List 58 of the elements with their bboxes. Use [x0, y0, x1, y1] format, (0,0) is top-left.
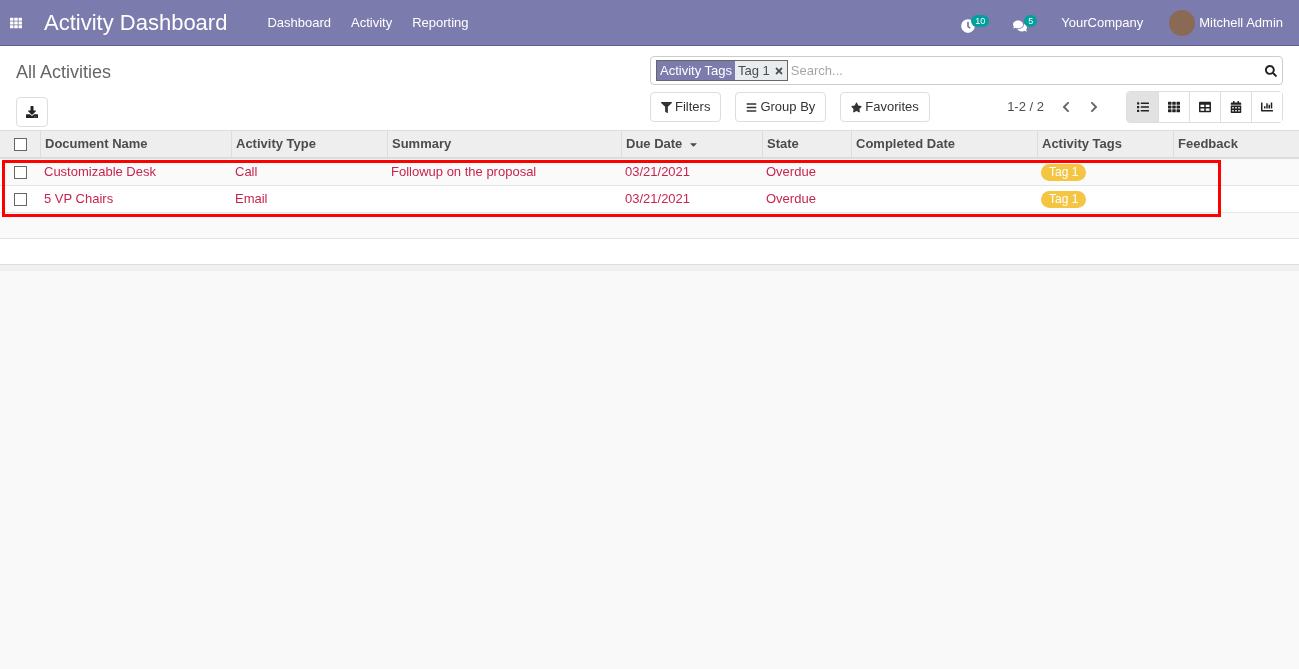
grid-icon: [1168, 101, 1180, 113]
table-cell: 03/21/2021: [625, 164, 691, 180]
download-icon: [26, 106, 38, 118]
list-icon: [1136, 101, 1149, 113]
column-header[interactable]: Due Date: [621, 131, 762, 157]
table-cell: Followup on the proposal: [391, 164, 537, 180]
company-switcher[interactable]: YourCompany: [1061, 12, 1144, 33]
previous-button[interactable]: [1060, 101, 1072, 113]
facet-label: Activity Tags: [657, 60, 735, 81]
column-header[interactable]: Completed Date: [851, 131, 1037, 157]
tag-pill: Tag 1: [1041, 190, 1087, 208]
column-header[interactable]: State: [762, 131, 851, 157]
column-header[interactable]: Summary: [387, 131, 621, 157]
search-field[interactable]: Activity Tags Tag 1 Search...: [650, 56, 1283, 85]
table-cell: Call: [235, 164, 258, 180]
remove-icon[interactable]: [773, 65, 784, 76]
chat-icon: [1013, 18, 1028, 33]
column-header[interactable]: Activity Type: [231, 131, 387, 157]
search-input[interactable]: Search...: [787, 60, 1265, 81]
bar-chart-icon: [1261, 101, 1273, 113]
column-header[interactable]: Feedback: [1173, 131, 1299, 157]
search-option-button[interactable]: Favorites: [840, 92, 930, 122]
select-all-checkbox[interactable]: [13, 137, 27, 151]
view-switch-button[interactable]: [1127, 92, 1158, 122]
view-switch-button[interactable]: [1251, 92, 1282, 122]
avatar-placeholder: [1169, 9, 1196, 36]
table-cell: Overdue: [766, 191, 816, 207]
column-header[interactable]: Activity Tags: [1037, 131, 1173, 157]
table-icon: [1199, 101, 1211, 113]
activity-count-badge: 10: [971, 14, 990, 27]
page-title: All Activities: [16, 61, 113, 84]
tag-pill: Tag 1: [1041, 163, 1087, 181]
menu-link[interactable]: Activity: [351, 12, 393, 33]
search-icon[interactable]: [1265, 64, 1277, 77]
user-menu[interactable]: Mitchell Admin: [1199, 12, 1283, 33]
table-cell: Overdue: [766, 164, 816, 180]
table-cell: Email: [235, 191, 268, 207]
facet-value: Tag 1: [735, 60, 787, 81]
row-checkbox[interactable]: [13, 165, 27, 179]
menu-link[interactable]: Dashboard: [267, 12, 332, 33]
download-button[interactable]: [16, 97, 48, 127]
table-cell: Customizable Desk: [44, 164, 156, 180]
search-option-button[interactable]: Group By: [735, 92, 827, 122]
pager-value: 1-2 / 2: [1007, 98, 1044, 117]
list-icon: [746, 101, 758, 113]
app-title: Activity Dashboard: [44, 9, 228, 37]
menu-link[interactable]: Reporting: [412, 12, 469, 33]
search-option-button[interactable]: Filters: [650, 92, 722, 122]
table-cell: 5 VP Chairs: [44, 191, 114, 207]
row-checkbox[interactable]: [13, 192, 27, 206]
next-button[interactable]: [1088, 101, 1100, 113]
column-header[interactable]: Document Name: [40, 131, 231, 157]
star-icon: [851, 101, 863, 113]
message-count-badge: 5: [1024, 14, 1038, 27]
table-cell: 03/21/2021: [625, 191, 691, 207]
filter-icon: [661, 101, 672, 113]
calendar-icon: [1230, 101, 1242, 113]
apps-menu-icon[interactable]: [10, 16, 22, 29]
